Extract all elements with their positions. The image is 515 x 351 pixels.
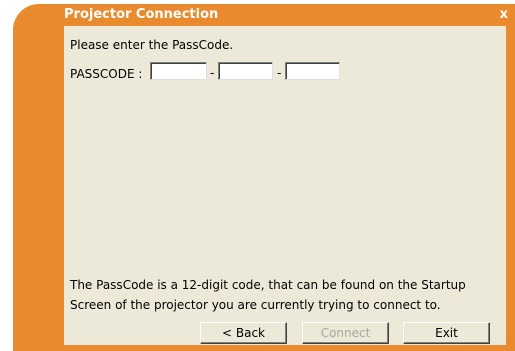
exit-button[interactable]: Exit: [403, 322, 490, 344]
passcode-separator: -: [210, 66, 215, 80]
projector-connection-window: Projector Connection x Please enter the …: [13, 4, 515, 351]
info-line-2: Screen of the projector you are currentl…: [70, 298, 441, 312]
close-icon[interactable]: x: [500, 7, 508, 23]
connect-button[interactable]: Connect: [302, 322, 389, 344]
passcode-field-3[interactable]: [285, 62, 340, 80]
passcode-field-2[interactable]: [218, 62, 273, 80]
title-bar[interactable]: Projector Connection x: [13, 4, 515, 26]
passcode-info: The PassCode is a 12-digit code, that ca…: [70, 275, 500, 315]
passcode-prompt: Please enter the PassCode.: [70, 38, 234, 52]
passcode-separator: -: [277, 66, 282, 80]
content-panel: Please enter the PassCode. PASSCODE : - …: [64, 26, 506, 345]
passcode-label: PASSCODE :: [70, 67, 143, 81]
passcode-field-1[interactable]: [150, 62, 207, 80]
window-title: Projector Connection: [64, 7, 219, 22]
info-line-1: The PassCode is a 12-digit code, that ca…: [70, 278, 466, 292]
back-button[interactable]: < Back: [200, 322, 287, 344]
